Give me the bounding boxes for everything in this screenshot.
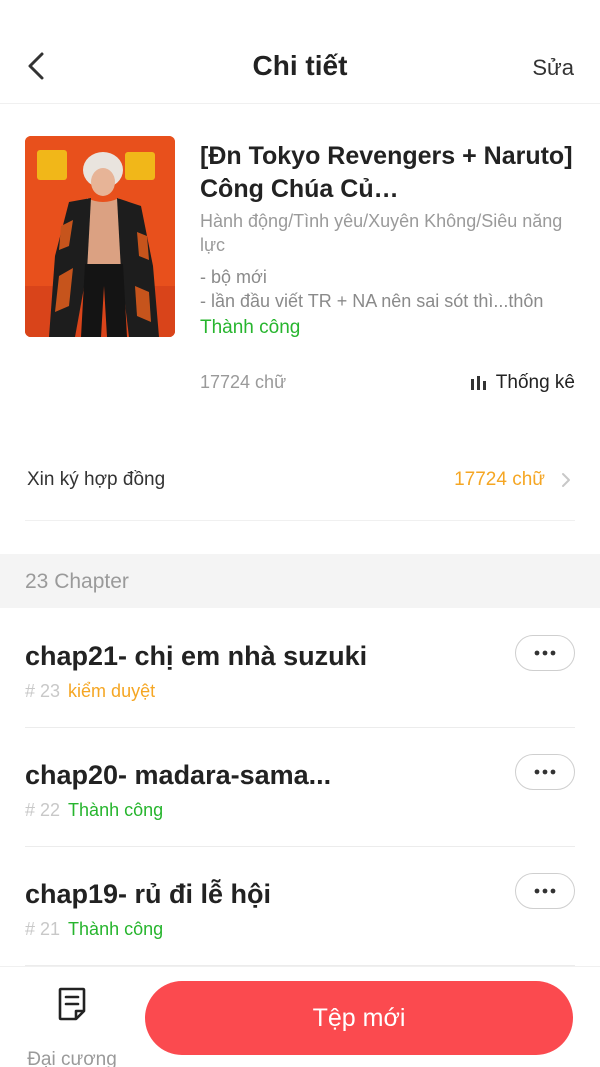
chapter-number: # 22 xyxy=(25,800,61,820)
more-dots-icon xyxy=(534,769,556,775)
chapter-count: 23 Chapter xyxy=(25,570,129,593)
chapter-number: # 23 xyxy=(25,681,61,701)
edit-button[interactable]: Sửa xyxy=(532,55,574,81)
chapter-meta: # 21 Thành công xyxy=(25,919,163,940)
chapter-item[interactable]: chap19- rủ đi lễ hội # 21 Thành công xyxy=(25,847,575,966)
description-line: - lần đầu viết TR + NA nên sai sót thì..… xyxy=(200,291,544,311)
bar-chart-icon xyxy=(470,376,486,390)
chapter-meta: # 22 Thành công xyxy=(25,800,163,821)
more-options-button[interactable] xyxy=(515,635,575,671)
cover-illustration xyxy=(25,136,175,337)
more-options-button[interactable] xyxy=(515,873,575,909)
contract-row[interactable]: Xin ký hợp đồng 17724 chữ xyxy=(25,455,575,521)
page-title: Chi tiết xyxy=(252,50,348,81)
chapter-title: chap20- madara-sama... xyxy=(25,760,332,790)
description-line: - bộ mới xyxy=(200,267,267,287)
stats-label: Thống kê xyxy=(495,372,575,393)
book-title: [Đn Tokyo Revengers + Naruto] Công Chúa … xyxy=(200,142,573,203)
chapter-number: # 21 xyxy=(25,919,61,939)
chapter-status: Thành công xyxy=(68,919,164,939)
contract-word-count: 17724 chữ xyxy=(454,469,545,490)
book-cover-image[interactable] xyxy=(25,136,175,337)
book-description: - bộ mới - lần đầu viết TR + NA nên sai … xyxy=(200,265,580,313)
chapter-item[interactable]: chap20- madara-sama... # 22 Thành công xyxy=(25,728,575,847)
chevron-right-icon xyxy=(562,473,570,487)
chapter-meta: # 23 kiểm duyệt xyxy=(25,681,155,702)
chapter-title: chap21- chị em nhà suzuki xyxy=(25,641,368,671)
contract-label: Xin ký hợp đồng xyxy=(27,469,166,490)
top-bar: Chi tiết Sửa xyxy=(0,0,600,104)
chapter-item[interactable]: chap21- chị em nhà suzuki # 23 kiểm duyệ… xyxy=(25,609,575,728)
chapter-status: kiểm duyệt xyxy=(68,681,156,701)
outline-document-icon xyxy=(58,987,86,1021)
more-dots-icon xyxy=(534,650,556,656)
stats-button[interactable]: Thống kê xyxy=(470,372,575,394)
book-status: Thành công xyxy=(200,317,301,338)
bottom-action-bar: Đại cương Tệp mới xyxy=(0,966,600,1067)
new-file-button[interactable]: Tệp mới xyxy=(145,981,573,1055)
chapter-section-header: 23 Chapter xyxy=(0,554,600,608)
chapter-title: chap19- rủ đi lễ hội xyxy=(25,879,272,909)
more-options-button[interactable] xyxy=(515,754,575,790)
outline-button[interactable]: Đại cương xyxy=(20,985,124,1067)
chapter-status: Thành công xyxy=(68,800,164,820)
more-dots-icon xyxy=(534,888,556,894)
word-count: 17724 chữ xyxy=(200,372,287,392)
outline-label: Đại cương xyxy=(27,1049,117,1067)
book-genres: Hành động/Tình yêu/Xuyên Không/Siêu năng… xyxy=(200,211,563,255)
